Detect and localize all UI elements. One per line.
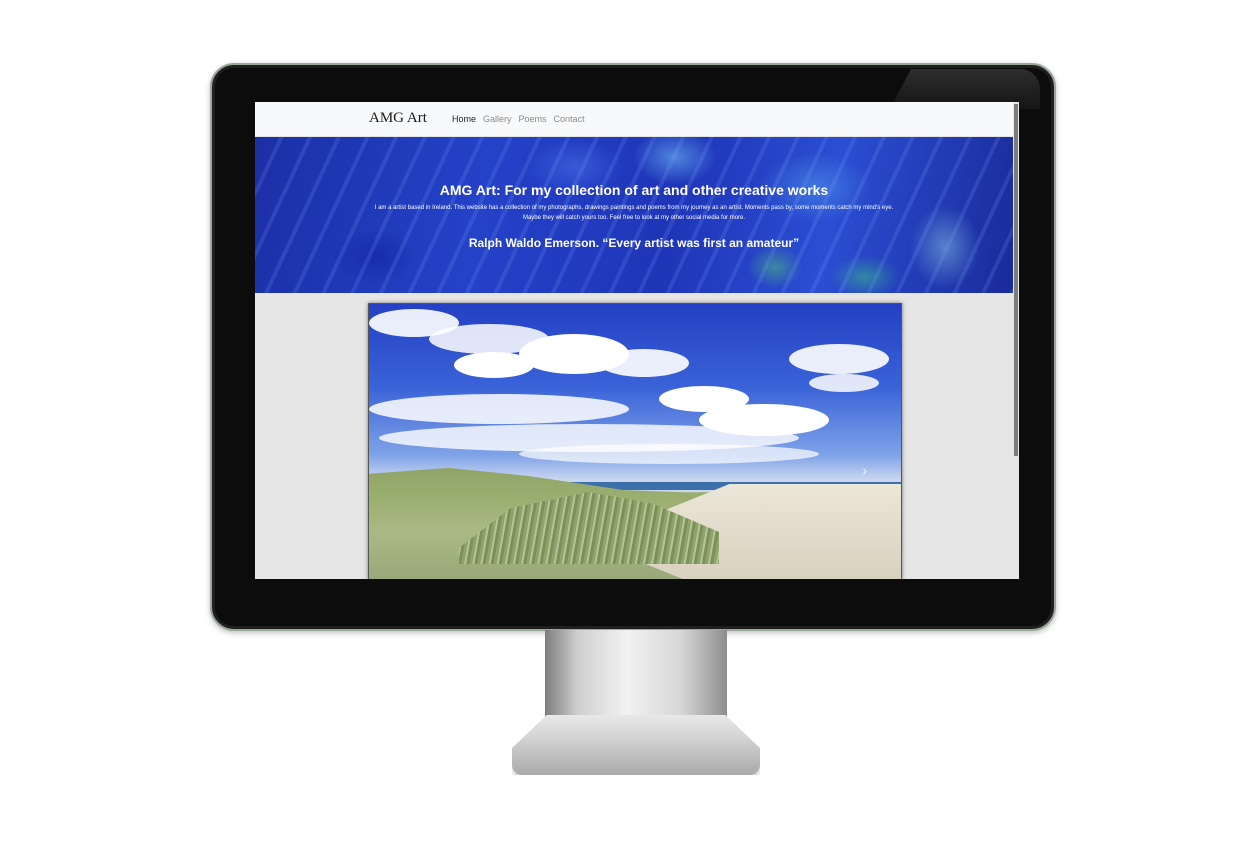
hero-intro-text: I am a artist based in Ireland. This web… <box>374 205 894 221</box>
nav-links: Home Gallery Poems Contact <box>452 114 585 124</box>
cloud <box>789 344 889 374</box>
cloud <box>369 394 629 424</box>
nav-link-contact[interactable]: Contact <box>554 114 585 124</box>
hero-title: AMG Art: For my collection of art and ot… <box>439 182 829 198</box>
navbar: AMG Art Home Gallery Poems Contact <box>255 102 1015 137</box>
chevron-right-icon[interactable]: › <box>862 462 867 478</box>
brand-logo[interactable]: AMG Art <box>369 110 427 127</box>
nav-link-home[interactable]: Home <box>452 114 476 124</box>
scrollbar[interactable] <box>1013 102 1019 579</box>
scrollbar-thumb[interactable] <box>1014 104 1018 456</box>
screen: AMG Art Home Gallery Poems Contact AMG A… <box>255 102 1019 579</box>
cloud <box>599 349 689 377</box>
nav-link-poems[interactable]: Poems <box>519 114 547 124</box>
image-carousel[interactable]: › <box>368 303 902 579</box>
hero-quote: Ralph Waldo Emerson. “Every artist was f… <box>468 236 800 250</box>
monitor-stand-base <box>512 715 760 775</box>
cloud <box>519 444 819 464</box>
cloud <box>454 352 534 378</box>
cloud <box>809 374 879 392</box>
nav-link-gallery[interactable]: Gallery <box>483 114 512 124</box>
hero-banner: AMG Art: For my collection of art and ot… <box>255 137 1013 293</box>
